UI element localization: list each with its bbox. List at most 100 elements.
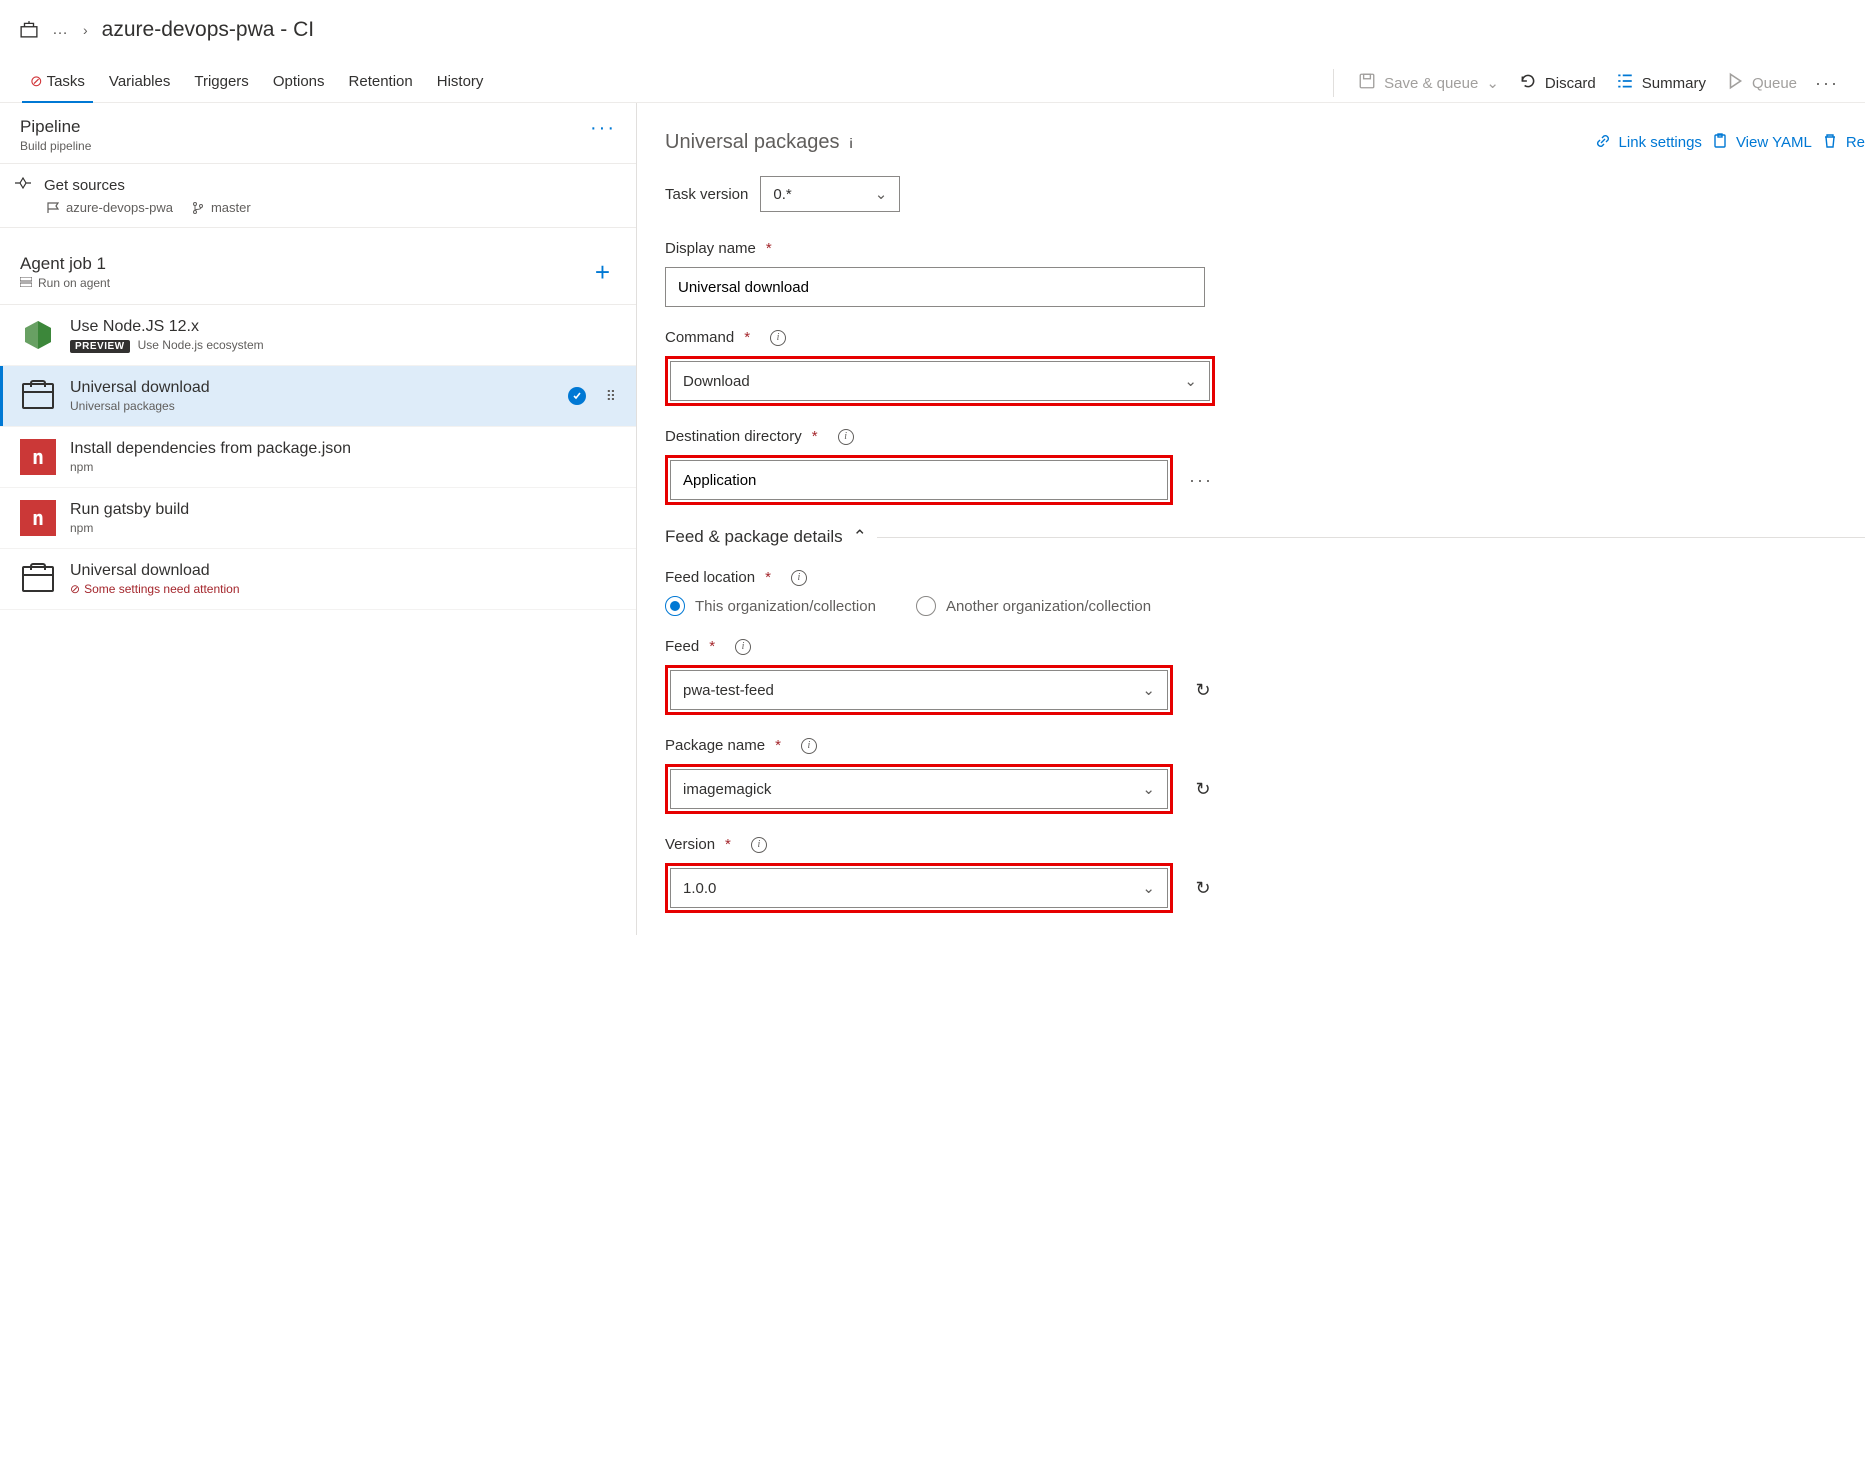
tab-options[interactable]: Options xyxy=(261,65,337,102)
display-name-label: Display name xyxy=(665,240,756,257)
queue-button[interactable]: Queue xyxy=(1716,66,1807,100)
repo-icon xyxy=(46,201,60,215)
error-icon: ⊘ xyxy=(70,582,80,596)
task-title: Install dependencies from package.json xyxy=(70,440,351,458)
destdir-input[interactable] xyxy=(670,460,1168,500)
feed-location-label: Feed location xyxy=(665,569,755,586)
task-npm-build[interactable]: n Run gatsby build npm xyxy=(0,488,636,549)
sources-title: Get sources xyxy=(44,177,125,194)
feed-label: Feed xyxy=(665,638,699,655)
task-detail-panel: Universal packages i Link settings View … xyxy=(637,103,1865,935)
command-label: Command xyxy=(665,329,734,346)
play-icon xyxy=(1726,72,1744,94)
tab-variables[interactable]: Variables xyxy=(97,65,182,102)
chevron-right-icon: › xyxy=(83,22,88,38)
add-task-button[interactable]: + xyxy=(589,257,616,288)
task-title: Universal download xyxy=(70,379,210,397)
required-marker: * xyxy=(766,240,772,257)
feed-location-other-org[interactable]: Another organization/collection xyxy=(916,596,1151,616)
project-icon xyxy=(20,20,38,41)
chevron-down-icon: ⌄ xyxy=(1142,681,1155,699)
sources-icon xyxy=(14,176,32,194)
feed-section-header[interactable]: Feed & package details ⌃ xyxy=(665,527,1865,547)
radio-dot xyxy=(916,596,936,616)
package-icon xyxy=(20,561,56,597)
package-select[interactable]: imagemagick⌄ xyxy=(670,769,1168,809)
version-label: Version xyxy=(665,836,715,853)
select-value: 1.0.0 xyxy=(683,880,716,897)
check-icon xyxy=(568,387,586,405)
browse-button[interactable]: ··· xyxy=(1185,466,1217,495)
radio-label: This organization/collection xyxy=(695,598,876,615)
refresh-button[interactable]: ↻ xyxy=(1185,672,1221,708)
refresh-button[interactable]: ↻ xyxy=(1185,870,1221,906)
package-icon xyxy=(20,378,56,414)
branch-icon xyxy=(191,201,205,215)
chevron-down-icon: ⌄ xyxy=(875,185,888,203)
task-list-panel: Pipeline Build pipeline ··· Get sources … xyxy=(0,103,637,935)
display-name-input[interactable] xyxy=(665,267,1205,307)
drag-handle-icon[interactable]: ⠿ xyxy=(606,392,616,400)
command-select[interactable]: Download⌄ xyxy=(670,361,1210,401)
breadcrumb-ellipsis[interactable]: … xyxy=(52,21,69,39)
task-universal-download-1[interactable]: Universal download Universal packages ⠿ xyxy=(0,366,636,427)
feed-location-this-org[interactable]: This organization/collection xyxy=(665,596,876,616)
tab-tasks[interactable]: ⊘Tasks xyxy=(18,64,97,102)
remove-button[interactable]: Re xyxy=(1822,133,1865,153)
action-label: Save & queue xyxy=(1384,75,1478,92)
task-version-select[interactable]: 0.* ⌄ xyxy=(760,176,900,212)
link-label: Link settings xyxy=(1619,134,1702,151)
info-icon[interactable]: i xyxy=(801,738,817,754)
more-actions[interactable]: ··· xyxy=(1807,73,1847,94)
save-icon xyxy=(1358,72,1376,94)
task-title: Use Node.JS 12.x xyxy=(70,318,264,336)
pipeline-menu[interactable]: ··· xyxy=(590,117,616,140)
pipeline-title: Pipeline xyxy=(20,117,91,137)
version-select[interactable]: 1.0.0 ⌄ xyxy=(670,868,1168,908)
feed-select[interactable]: pwa-test-feed ⌄ xyxy=(670,670,1168,710)
link-settings-button[interactable]: Link settings xyxy=(1595,133,1702,153)
action-label: Queue xyxy=(1752,75,1797,92)
link-icon xyxy=(1595,133,1611,153)
task-version-label: Task version xyxy=(665,186,748,203)
required-marker: * xyxy=(812,428,818,445)
tab-row: ⊘Tasks Variables Triggers Options Retent… xyxy=(0,50,1865,103)
view-yaml-button[interactable]: View YAML xyxy=(1712,133,1812,153)
package-label: Package name xyxy=(665,737,765,754)
server-icon xyxy=(20,276,32,290)
chevron-down-icon: ⌄ xyxy=(1142,879,1155,897)
undo-icon xyxy=(1519,72,1537,94)
task-subtitle: npm xyxy=(70,460,351,474)
tab-history[interactable]: History xyxy=(425,65,496,102)
tab-retention[interactable]: Retention xyxy=(337,65,425,102)
npm-icon: n xyxy=(20,439,56,475)
link-label: Re xyxy=(1846,134,1865,151)
agent-job-row[interactable]: Agent job 1 Run on agent + xyxy=(0,238,636,305)
info-icon[interactable]: i xyxy=(850,135,853,151)
action-label: Discard xyxy=(1545,75,1596,92)
info-icon[interactable]: i xyxy=(791,570,807,586)
task-universal-download-2[interactable]: Universal download ⊘Some settings need a… xyxy=(0,549,636,610)
select-value: 0.* xyxy=(773,186,791,203)
branch-name: master xyxy=(211,200,251,215)
required-marker: * xyxy=(744,329,750,346)
agent-subtitle: Run on agent xyxy=(38,276,110,290)
info-icon[interactable]: i xyxy=(735,639,751,655)
refresh-button[interactable]: ↻ xyxy=(1185,771,1221,807)
info-icon[interactable]: i xyxy=(770,330,786,346)
get-sources-row[interactable]: Get sources azure-devops-pwa master xyxy=(0,164,636,228)
task-npm-install[interactable]: n Install dependencies from package.json… xyxy=(0,427,636,488)
chevron-down-icon: ⌄ xyxy=(1184,372,1197,390)
info-icon[interactable]: i xyxy=(751,837,767,853)
summary-button[interactable]: Summary xyxy=(1606,66,1716,100)
chevron-up-icon: ⌃ xyxy=(853,527,867,547)
task-node[interactable]: Use Node.JS 12.x PREVIEWUse Node.js ecos… xyxy=(0,305,636,366)
info-icon[interactable]: i xyxy=(838,429,854,445)
task-subtitle: Use Node.js ecosystem xyxy=(138,338,264,352)
tab-triggers[interactable]: Triggers xyxy=(182,65,260,102)
save-queue-button[interactable]: Save & queue ⌄ xyxy=(1348,66,1509,100)
task-subtitle: npm xyxy=(70,521,189,535)
pipeline-header[interactable]: Pipeline Build pipeline ··· xyxy=(0,103,636,164)
select-value: pwa-test-feed xyxy=(683,682,774,699)
discard-button[interactable]: Discard xyxy=(1509,66,1606,100)
